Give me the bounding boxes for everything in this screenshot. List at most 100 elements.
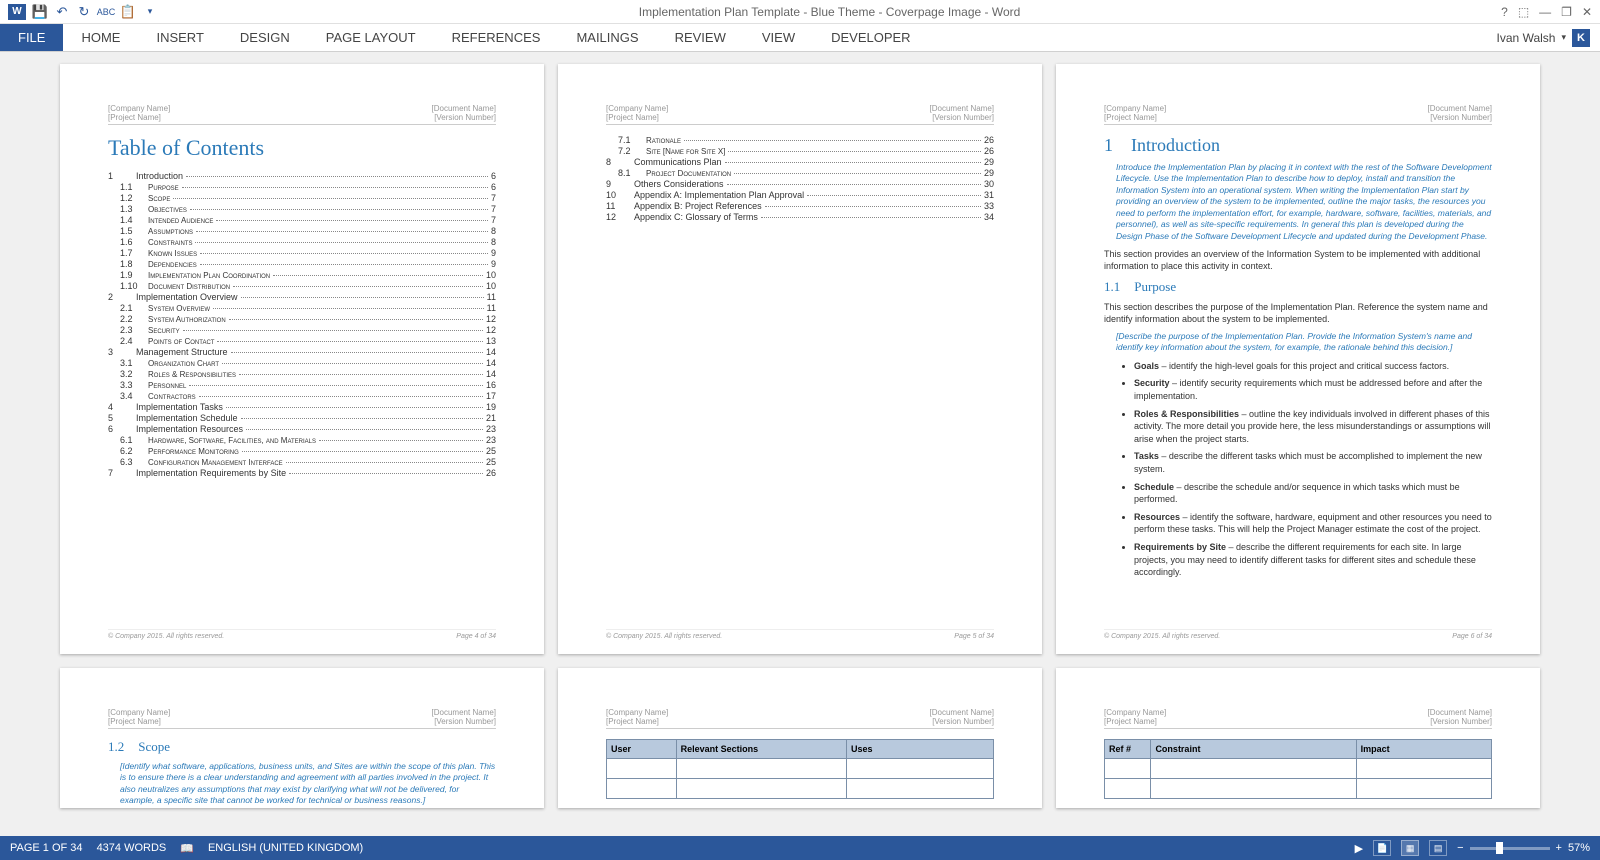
- toc-entry[interactable]: 3.4Contractors17: [108, 391, 496, 401]
- toc-list-2: 7.1Rationale267.2Site [Name for Site X]2…: [606, 135, 994, 222]
- toc-entry[interactable]: 7.1Rationale26: [606, 135, 994, 145]
- toc-entry[interactable]: 1.1Purpose6: [108, 182, 496, 192]
- purpose-bullets: Goals – identify the high-level goals fo…: [1104, 360, 1492, 579]
- tab-insert[interactable]: INSERT: [138, 24, 221, 51]
- tab-mailings[interactable]: MAILINGS: [558, 24, 656, 51]
- heading-introduction: 1Introduction: [1104, 135, 1492, 156]
- tab-design[interactable]: DESIGN: [222, 24, 308, 51]
- bullet-item: Schedule – describe the schedule and/or …: [1134, 481, 1492, 506]
- toc-entry[interactable]: 8.1Project Documentation29: [606, 168, 994, 178]
- bullet-item: Security – identify security requirement…: [1134, 377, 1492, 402]
- toc-entry[interactable]: 7.2Site [Name for Site X]26: [606, 146, 994, 156]
- word-count[interactable]: 4374 WORDS: [97, 842, 167, 854]
- paste-icon[interactable]: 📋: [120, 4, 136, 20]
- intro-instruction: Introduce the Implementation Plan by pla…: [1104, 162, 1492, 242]
- toc-entry[interactable]: 1.8Dependencies9: [108, 259, 496, 269]
- tab-view[interactable]: VIEW: [744, 24, 813, 51]
- toc-entry[interactable]: 6.2Performance Monitoring25: [108, 446, 496, 456]
- bullet-item: Requirements by Site – describe the diff…: [1134, 541, 1492, 579]
- minimize-icon[interactable]: —: [1539, 5, 1551, 19]
- ribbon-tabs: FILE HOME INSERT DESIGN PAGE LAYOUT REFE…: [0, 24, 1600, 52]
- toc-entry[interactable]: 2.3Security12: [108, 325, 496, 335]
- redo-icon[interactable]: ↻: [76, 4, 92, 20]
- toc-entry[interactable]: 11Appendix B: Project References33: [606, 201, 994, 211]
- ribbon-display-icon[interactable]: ⬚: [1518, 5, 1529, 19]
- toc-entry[interactable]: 2.4Points of Contact13: [108, 336, 496, 346]
- web-layout-icon[interactable]: ▤: [1429, 840, 1447, 856]
- page-5: [Company Name][Project Name][Document Na…: [558, 64, 1042, 654]
- toc-entry[interactable]: 1.5Assumptions8: [108, 226, 496, 236]
- bullet-item: Tasks – describe the different tasks whi…: [1134, 450, 1492, 475]
- title-bar: W 💾 ↶ ↻ ABC 📋 ▾ Implementation Plan Temp…: [0, 0, 1600, 24]
- toc-entry[interactable]: 6.3Configuration Management Interface25: [108, 457, 496, 467]
- toc-entry[interactable]: 1.10Document Distribution10: [108, 281, 496, 291]
- tab-page-layout[interactable]: PAGE LAYOUT: [308, 24, 434, 51]
- status-bar: PAGE 1 OF 34 4374 WORDS 📖 ENGLISH (UNITE…: [0, 836, 1600, 860]
- spellcheck-icon[interactable]: ABC: [98, 4, 114, 20]
- macro-icon[interactable]: ▶: [1355, 842, 1363, 855]
- zoom-slider[interactable]: − + 57%: [1457, 842, 1590, 854]
- zoom-out-icon[interactable]: −: [1457, 842, 1463, 854]
- page-8: [Company Name][Project Name][Document Na…: [558, 668, 1042, 808]
- toc-list-1: 1Introduction61.1Purpose61.2Scope71.3Obj…: [108, 171, 496, 478]
- toc-entry[interactable]: 1.3Objectives7: [108, 204, 496, 214]
- toc-heading: Table of Contents: [108, 135, 496, 161]
- user-account[interactable]: Ivan Walsh ▾ K: [1497, 29, 1600, 47]
- toc-entry[interactable]: 1.7Known Issues9: [108, 248, 496, 258]
- tab-developer[interactable]: DEVELOPER: [813, 24, 928, 51]
- purpose-instruction: [Describe the purpose of the Implementat…: [1104, 331, 1492, 354]
- toc-entry[interactable]: 6.1Hardware, Software, Facilities, and M…: [108, 435, 496, 445]
- toc-entry[interactable]: 12Appendix C: Glossary of Terms34: [606, 212, 994, 222]
- page-count[interactable]: PAGE 1 OF 34: [10, 842, 83, 854]
- read-mode-icon[interactable]: 📄: [1373, 840, 1391, 856]
- scope-instruction: [Identify what software, applications, b…: [108, 761, 496, 807]
- window-controls: ? ⬚ — ❐ ✕: [1501, 5, 1592, 19]
- toc-entry[interactable]: 3.2Roles & Responsibilities14: [108, 369, 496, 379]
- word-icon[interactable]: W: [8, 4, 26, 20]
- toc-entry[interactable]: 1.9Implementation Plan Coordination10: [108, 270, 496, 280]
- quick-access-toolbar: W 💾 ↶ ↻ ABC 📋 ▾: [8, 4, 158, 20]
- tab-home[interactable]: HOME: [63, 24, 138, 51]
- page-9: [Company Name][Project Name][Document Na…: [1056, 668, 1540, 808]
- qat-more-icon[interactable]: ▾: [142, 4, 158, 20]
- toc-entry[interactable]: 1.4Intended Audience7: [108, 215, 496, 225]
- toc-entry[interactable]: 1.6Constraints8: [108, 237, 496, 247]
- toc-entry[interactable]: 3.3Personnel16: [108, 380, 496, 390]
- toc-entry[interactable]: 5Implementation Schedule21: [108, 413, 496, 423]
- toc-entry[interactable]: 10Appendix A: Implementation Plan Approv…: [606, 190, 994, 200]
- zoom-in-icon[interactable]: +: [1556, 842, 1562, 854]
- toc-entry[interactable]: 3Management Structure14: [108, 347, 496, 357]
- help-icon[interactable]: ?: [1501, 5, 1508, 19]
- toc-entry[interactable]: 6Implementation Resources23: [108, 424, 496, 434]
- bullet-item: Goals – identify the high-level goals fo…: [1134, 360, 1492, 373]
- bullet-item: Roles & Responsibilities – outline the k…: [1134, 408, 1492, 446]
- document-title: Implementation Plan Template - Blue Them…: [158, 5, 1501, 19]
- print-layout-icon[interactable]: ▦: [1401, 840, 1419, 856]
- purpose-para: This section describes the purpose of th…: [1104, 301, 1492, 325]
- constraints-table: Ref #ConstraintImpact: [1104, 739, 1492, 799]
- close-icon[interactable]: ✕: [1582, 5, 1592, 19]
- toc-entry[interactable]: 2Implementation Overview11: [108, 292, 496, 302]
- tab-references[interactable]: REFERENCES: [434, 24, 559, 51]
- heading-purpose: 1.1Purpose: [1104, 279, 1492, 295]
- proofing-icon[interactable]: 📖: [180, 842, 194, 855]
- file-tab[interactable]: FILE: [0, 24, 63, 51]
- toc-entry[interactable]: 1Introduction6: [108, 171, 496, 181]
- tab-review[interactable]: REVIEW: [657, 24, 744, 51]
- toc-entry[interactable]: 7Implementation Requirements by Site26: [108, 468, 496, 478]
- zoom-level[interactable]: 57%: [1568, 842, 1590, 854]
- toc-entry[interactable]: 4Implementation Tasks19: [108, 402, 496, 412]
- toc-entry[interactable]: 2.2System Authorization12: [108, 314, 496, 324]
- undo-icon[interactable]: ↶: [54, 4, 70, 20]
- toc-entry[interactable]: 3.1Organization Chart14: [108, 358, 496, 368]
- restore-icon[interactable]: ❐: [1561, 5, 1572, 19]
- save-icon[interactable]: 💾: [32, 4, 48, 20]
- document-area[interactable]: [Company Name][Project Name][Document Na…: [0, 52, 1600, 836]
- toc-entry[interactable]: 1.2Scope7: [108, 193, 496, 203]
- users-table: UserRelevant SectionsUses: [606, 739, 994, 799]
- toc-entry[interactable]: 9Others Considerations30: [606, 179, 994, 189]
- page-7: [Company Name][Project Name][Document Na…: [60, 668, 544, 808]
- language[interactable]: ENGLISH (UNITED KINGDOM): [208, 842, 363, 854]
- toc-entry[interactable]: 8Communications Plan29: [606, 157, 994, 167]
- toc-entry[interactable]: 2.1System Overview11: [108, 303, 496, 313]
